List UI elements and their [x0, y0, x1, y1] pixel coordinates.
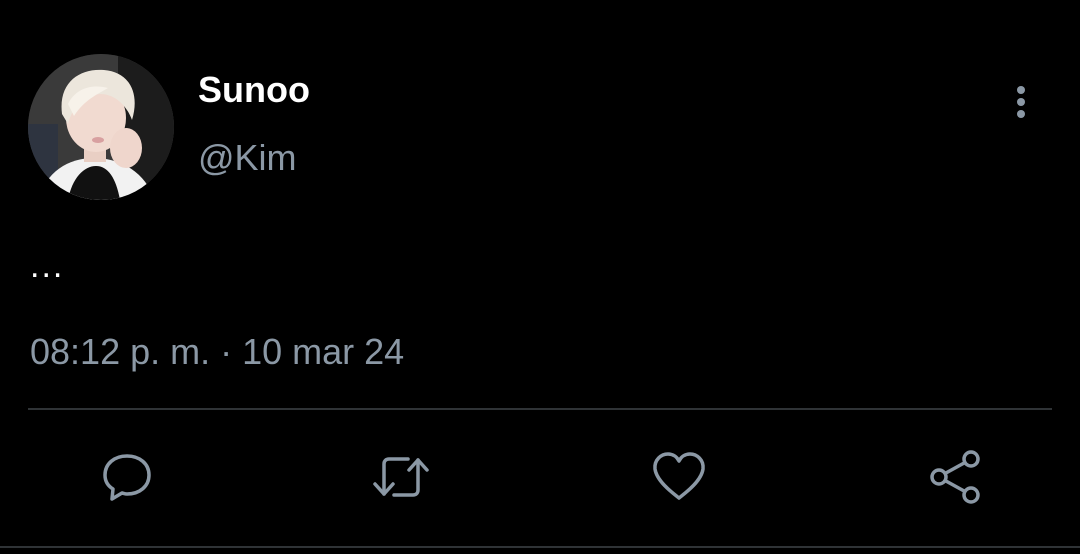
- display-name[interactable]: Sunoo: [198, 68, 310, 112]
- retweet-button[interactable]: [372, 448, 430, 506]
- more-options-button[interactable]: [1001, 78, 1041, 126]
- like-button[interactable]: [650, 448, 708, 506]
- username-handle[interactable]: @Kim: [198, 136, 297, 180]
- reply-button[interactable]: [98, 448, 156, 506]
- bottom-divider: [0, 546, 1080, 548]
- comment-icon: [103, 454, 151, 501]
- share-icon: [930, 450, 980, 504]
- divider: [28, 408, 1052, 410]
- avatar-photo: [28, 54, 174, 200]
- tweet-text: ...: [30, 247, 65, 285]
- more-vertical-icon: [1017, 86, 1025, 118]
- retweet-icon: [373, 457, 429, 497]
- heart-icon: [653, 452, 705, 500]
- share-button[interactable]: [926, 448, 984, 506]
- avatar[interactable]: [28, 54, 174, 200]
- tweet-timestamp[interactable]: 08:12 p. m. · 10 mar 24: [30, 330, 404, 374]
